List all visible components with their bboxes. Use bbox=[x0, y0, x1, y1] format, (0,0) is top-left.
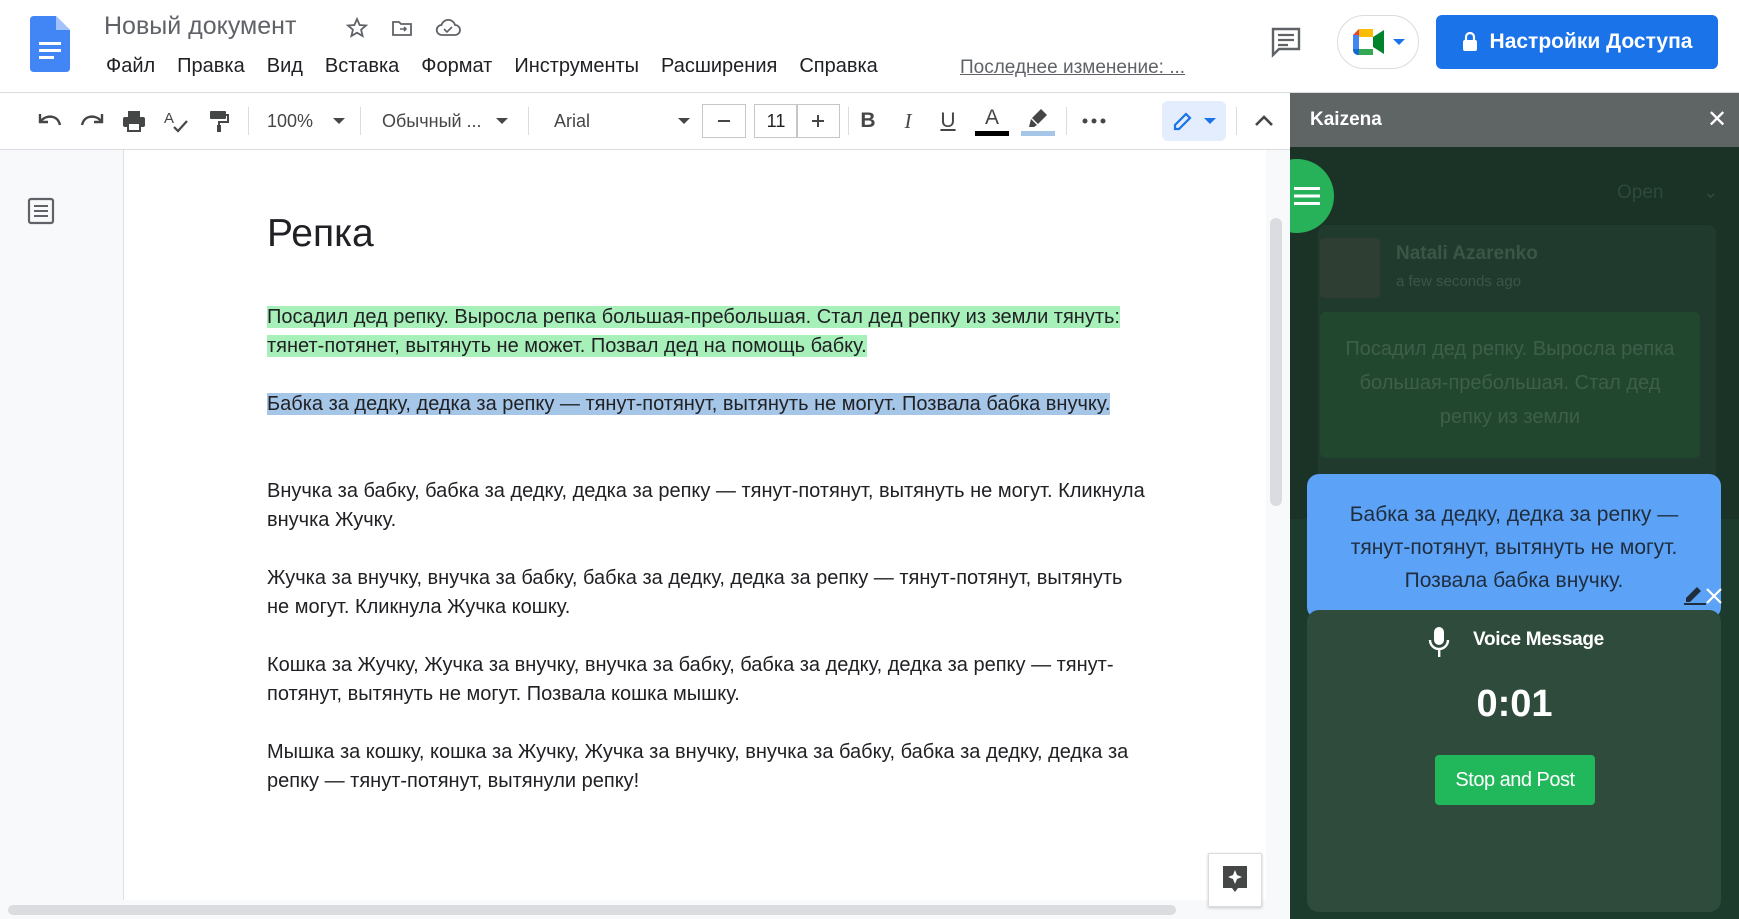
collapse-chevron-icon[interactable] bbox=[1246, 93, 1282, 149]
stop-and-post-button[interactable]: Stop and Post bbox=[1435, 755, 1595, 805]
print-icon[interactable] bbox=[116, 93, 152, 149]
menu-bar: Файл Правка Вид Вставка Формат Инструмен… bbox=[95, 55, 889, 83]
paragraph-1[interactable]: Посадил дед репку. Выросла репка большая… bbox=[267, 303, 1147, 361]
undo-icon[interactable] bbox=[32, 93, 68, 149]
explore-button[interactable] bbox=[1208, 853, 1262, 907]
paragraph-2[interactable]: Бабка за дедку, дедка за репку — тянут-п… bbox=[267, 390, 1147, 419]
font-value: Arial bbox=[554, 110, 591, 131]
document-title[interactable]: Новый документ bbox=[104, 12, 296, 41]
google-meet-icon bbox=[1353, 29, 1384, 55]
explore-sparkle-icon bbox=[1223, 866, 1247, 892]
menu-edit[interactable]: Правка bbox=[166, 55, 256, 83]
spellcheck-icon[interactable]: A bbox=[158, 93, 194, 149]
more-icon[interactable] bbox=[1076, 93, 1112, 149]
voice-message-label: Voice Message bbox=[1473, 629, 1604, 650]
kaizena-title: Kaizena bbox=[1310, 109, 1382, 130]
close-voice-icon[interactable] bbox=[1701, 583, 1727, 609]
menu-format[interactable]: Формат bbox=[410, 55, 503, 83]
document-outline-icon[interactable] bbox=[26, 196, 56, 226]
share-label: Настройки Доступа bbox=[1489, 30, 1693, 53]
italic-button[interactable]: I bbox=[890, 93, 926, 149]
zoom-select[interactable]: 100% bbox=[260, 93, 352, 149]
paragraph-6[interactable]: Мышка за кошку, кошка за Жучку, Жучка за… bbox=[267, 738, 1147, 796]
move-to-folder-icon[interactable] bbox=[388, 14, 416, 42]
text-color-button[interactable]: A bbox=[972, 93, 1012, 149]
feedback-time: a few seconds ago bbox=[1396, 273, 1522, 290]
open-filter-select[interactable]: Open ⌄ bbox=[1617, 181, 1719, 204]
decrease-font-size-button[interactable] bbox=[702, 104, 746, 138]
formatting-toolbar: A 100% Обычный ... Arial 11 B I U A bbox=[0, 93, 1290, 150]
paragraph-4[interactable]: Жучка за внучку, внучка за бабку, бабка … bbox=[267, 564, 1147, 622]
chevron-down-icon bbox=[1393, 39, 1405, 45]
zoom-value: 100% bbox=[266, 110, 314, 131]
chevron-down-icon: ⌄ bbox=[1702, 182, 1719, 203]
lock-icon bbox=[1462, 32, 1477, 51]
paint-format-icon[interactable] bbox=[200, 93, 236, 149]
open-filter-label: Open bbox=[1617, 182, 1664, 203]
selected-text-blue: Бабка за дедку, дедка за репку — тянут-п… bbox=[267, 393, 1111, 415]
close-icon[interactable]: ✕ bbox=[1704, 107, 1730, 133]
edit-pencil-icon bbox=[1173, 112, 1192, 131]
highlighted-text-green: Посадил дед репку. Выросла репка большая… bbox=[267, 306, 1120, 357]
text-color-letter: A bbox=[984, 105, 999, 129]
menu-icon bbox=[1290, 159, 1334, 233]
chevron-down-icon bbox=[495, 118, 508, 124]
svg-text:A: A bbox=[164, 110, 174, 127]
menu-tools[interactable]: Инструменты bbox=[503, 55, 650, 83]
chevron-down-icon bbox=[1204, 118, 1216, 124]
menu-view[interactable]: Вид bbox=[256, 55, 314, 83]
feedback-quote-dimmed: Посадил дед репку. Выросла репка большая… bbox=[1320, 312, 1700, 458]
kaizena-panel: Kaizena ✕ Open ⌄ Natali Azarenko a few s… bbox=[1290, 93, 1739, 919]
document-heading[interactable]: Репка bbox=[267, 212, 374, 256]
highlight-color-button[interactable] bbox=[1018, 93, 1058, 149]
plus-icon bbox=[812, 115, 824, 127]
increase-font-size-button[interactable] bbox=[796, 104, 840, 138]
microphone-icon bbox=[1428, 625, 1450, 659]
menu-file[interactable]: Файл bbox=[95, 55, 166, 83]
style-select[interactable]: Обычный ... bbox=[372, 93, 530, 149]
style-value: Обычный ... bbox=[382, 110, 482, 131]
menu-insert[interactable]: Вставка bbox=[314, 55, 410, 83]
paragraph-5[interactable]: Кошка за Жучку, Жучка за внучку, внучка … bbox=[267, 651, 1147, 709]
star-icon[interactable] bbox=[343, 14, 371, 42]
feedback-author: Natali Azarenko bbox=[1396, 243, 1538, 264]
chevron-down-icon bbox=[333, 118, 346, 124]
docs-logo-icon[interactable] bbox=[30, 16, 70, 72]
cloud-status-icon[interactable] bbox=[434, 14, 462, 42]
selected-quote-card: Бабка за дедку, дедка за репку — тянут-п… bbox=[1307, 474, 1721, 619]
editing-mode-button[interactable] bbox=[1162, 101, 1226, 141]
font-size-input[interactable]: 11 bbox=[754, 104, 798, 138]
chevron-down-icon bbox=[678, 118, 690, 124]
highlighter-icon bbox=[1029, 108, 1047, 127]
redo-icon[interactable] bbox=[74, 93, 110, 149]
avatar bbox=[1320, 238, 1380, 298]
paragraph-3[interactable]: Внучка за бабку, бабка за дедку, дедка з… bbox=[267, 477, 1147, 535]
minus-icon bbox=[718, 120, 730, 122]
text-color-swatch bbox=[975, 130, 1009, 136]
last-edit-link[interactable]: Последнее изменение: ... bbox=[960, 57, 1185, 79]
recording-timer: 0:01 bbox=[1476, 683, 1553, 725]
kaizena-menu-button[interactable] bbox=[1290, 159, 1350, 233]
underline-button[interactable]: U bbox=[930, 93, 966, 149]
vertical-scrollbar-thumb[interactable] bbox=[1270, 218, 1282, 506]
font-select[interactable]: Arial bbox=[540, 93, 690, 149]
share-button[interactable]: Настройки Доступа bbox=[1436, 15, 1718, 69]
comments-icon[interactable] bbox=[1268, 24, 1304, 60]
meet-button[interactable] bbox=[1337, 15, 1419, 69]
menu-help[interactable]: Справка bbox=[788, 55, 888, 83]
horizontal-scrollbar[interactable] bbox=[8, 905, 1176, 915]
menu-extensions[interactable]: Расширения bbox=[650, 55, 788, 83]
highlight-color-swatch bbox=[1021, 130, 1055, 136]
docs-header: Новый документ Файл Правка Вид Вставка Ф… bbox=[0, 0, 1739, 93]
bold-button[interactable]: B bbox=[850, 93, 886, 149]
